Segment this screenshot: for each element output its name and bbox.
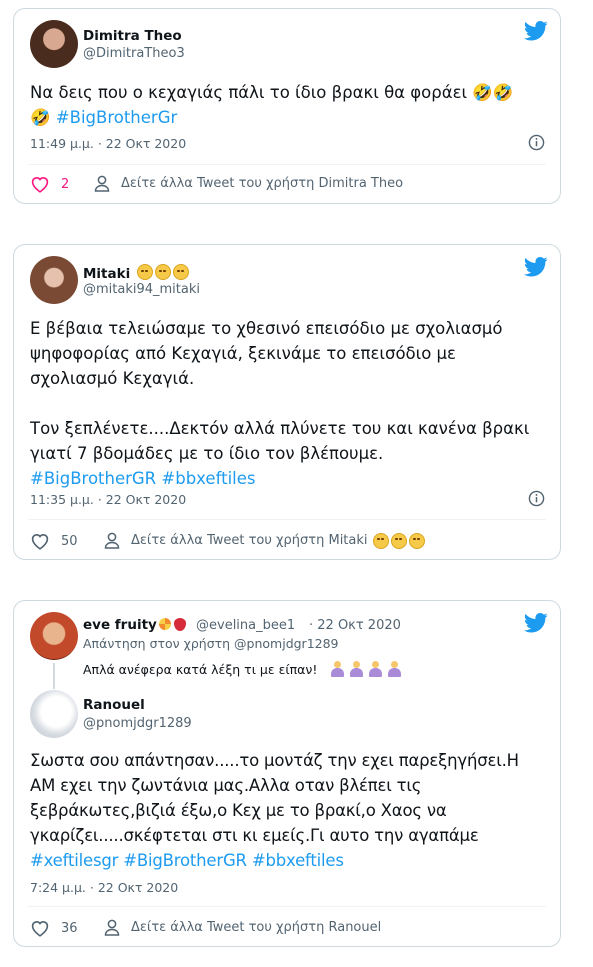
see-more-tweets-link[interactable]: Δείτε άλλα Tweet του χρήστη Ranouel [104,919,381,936]
author-name[interactable]: Mitaki [83,264,189,282]
tweet-text: Να δεις που ο κεχαγιάς πάλι το ίδιο βρακ… [30,83,514,127]
quoted-text: Απλά ανέφερα κατά λέξη τι με είπαν! [83,661,402,677]
heart-icon [31,534,49,550]
tweet-card: Mitaki @mitaki94_mitaki Ε βέβαια τελειώσ… [13,244,561,560]
heart-icon [31,177,49,193]
reply-to-label[interactable]: Απάντηση στον χρήστη @pnomjdgr1289 [83,636,339,651]
like-count: 2 [61,176,70,192]
person-emoji-icon [350,661,364,677]
hashtag-link[interactable]: #bbxeftiles [252,851,344,870]
smirk-emoji-icon [136,264,153,280]
quoted-author-handle[interactable]: @evelina_bee1 [196,618,295,633]
like-count: 50 [61,533,78,549]
like-button[interactable]: 2 [30,175,69,193]
like-button[interactable]: 36 [30,919,78,937]
see-more-tweets-link[interactable]: Δείτε άλλα Tweet του χρήστη Mitaki [104,532,425,549]
twitter-bird-icon[interactable] [524,21,548,41]
author-handle[interactable]: @pnomjdgr1289 [83,716,192,731]
user-icon [104,919,120,936]
eye-roll-emoji-icon [390,532,407,549]
hashtag-link[interactable]: #BigBrotherGR [30,469,156,488]
rofl-emoji-icon: 🤣🤣 [472,83,514,102]
lollipop-emoji-icon [158,618,171,630]
tweet-text: Σωστα σου απάντησαν.....το μοντάζ την εχ… [30,751,519,870]
smirk-emoji-icon [372,532,389,549]
author-handle[interactable]: @mitaki94_mitaki [83,282,200,297]
twitter-bird-icon[interactable] [524,257,548,277]
grin-emoji-icon [408,532,425,549]
avatar[interactable] [30,690,78,738]
info-icon[interactable] [528,490,545,507]
grin-emoji-icon [172,264,189,280]
hashtag-link[interactable]: #BigBrotherGR [123,851,247,870]
divider [28,164,546,165]
tweet-card: eve fruity @evelina_bee1 · 22 Οκτ 2020 Α… [13,600,561,947]
hashtag-link[interactable]: #BigBrotherGr [56,108,177,127]
author-name[interactable]: Dimitra Theo [83,28,182,44]
tweet-text: Ε βέβαια τελειώσαμε το χθεσινό επεισόδιο… [30,319,530,488]
thread-line [53,663,55,689]
hashtag-link[interactable]: #xeftilesgr [30,851,118,870]
eye-roll-emoji-icon [154,264,171,280]
person-emoji-icon [388,661,402,677]
rofl-emoji-icon: 🤣 [30,108,51,127]
hashtag-link[interactable]: #bbxeftiles [161,469,255,488]
twitter-bird-icon[interactable] [524,613,548,633]
person-emoji-icon [331,661,345,677]
tweet-timestamp[interactable]: 11:35 μ.μ. · 22 Οκτ 2020 [30,492,186,507]
divider [28,906,546,907]
tweet-card: Dimitra Theo @DimitraTheo3 Να δεις που ο… [13,8,561,204]
author-name[interactable]: Ranouel [83,697,145,713]
quoted-date[interactable]: · 22 Οκτ 2020 [309,618,401,633]
avatar[interactable] [30,20,78,68]
user-icon [104,532,120,549]
info-icon[interactable] [528,134,545,151]
author-handle[interactable]: @DimitraTheo3 [83,46,185,61]
avatar[interactable] [30,612,78,660]
strawberry-emoji-icon [173,618,186,631]
avatar[interactable] [30,256,78,304]
like-count: 36 [61,920,78,936]
heart-icon [31,921,49,937]
see-more-tweets-link[interactable]: Δείτε άλλα Tweet του χρήστη Dimitra Theo [94,175,403,192]
like-button[interactable]: 50 [30,532,78,550]
divider [28,519,546,520]
tweet-timestamp[interactable]: 7:24 μ.μ. · 22 Οκτ 2020 [30,880,178,895]
person-emoji-icon [369,661,383,677]
quoted-author-name[interactable]: eve fruity [83,617,186,633]
tweet-timestamp[interactable]: 11:49 μ.μ. · 22 Οκτ 2020 [30,136,186,151]
user-icon [94,175,110,192]
